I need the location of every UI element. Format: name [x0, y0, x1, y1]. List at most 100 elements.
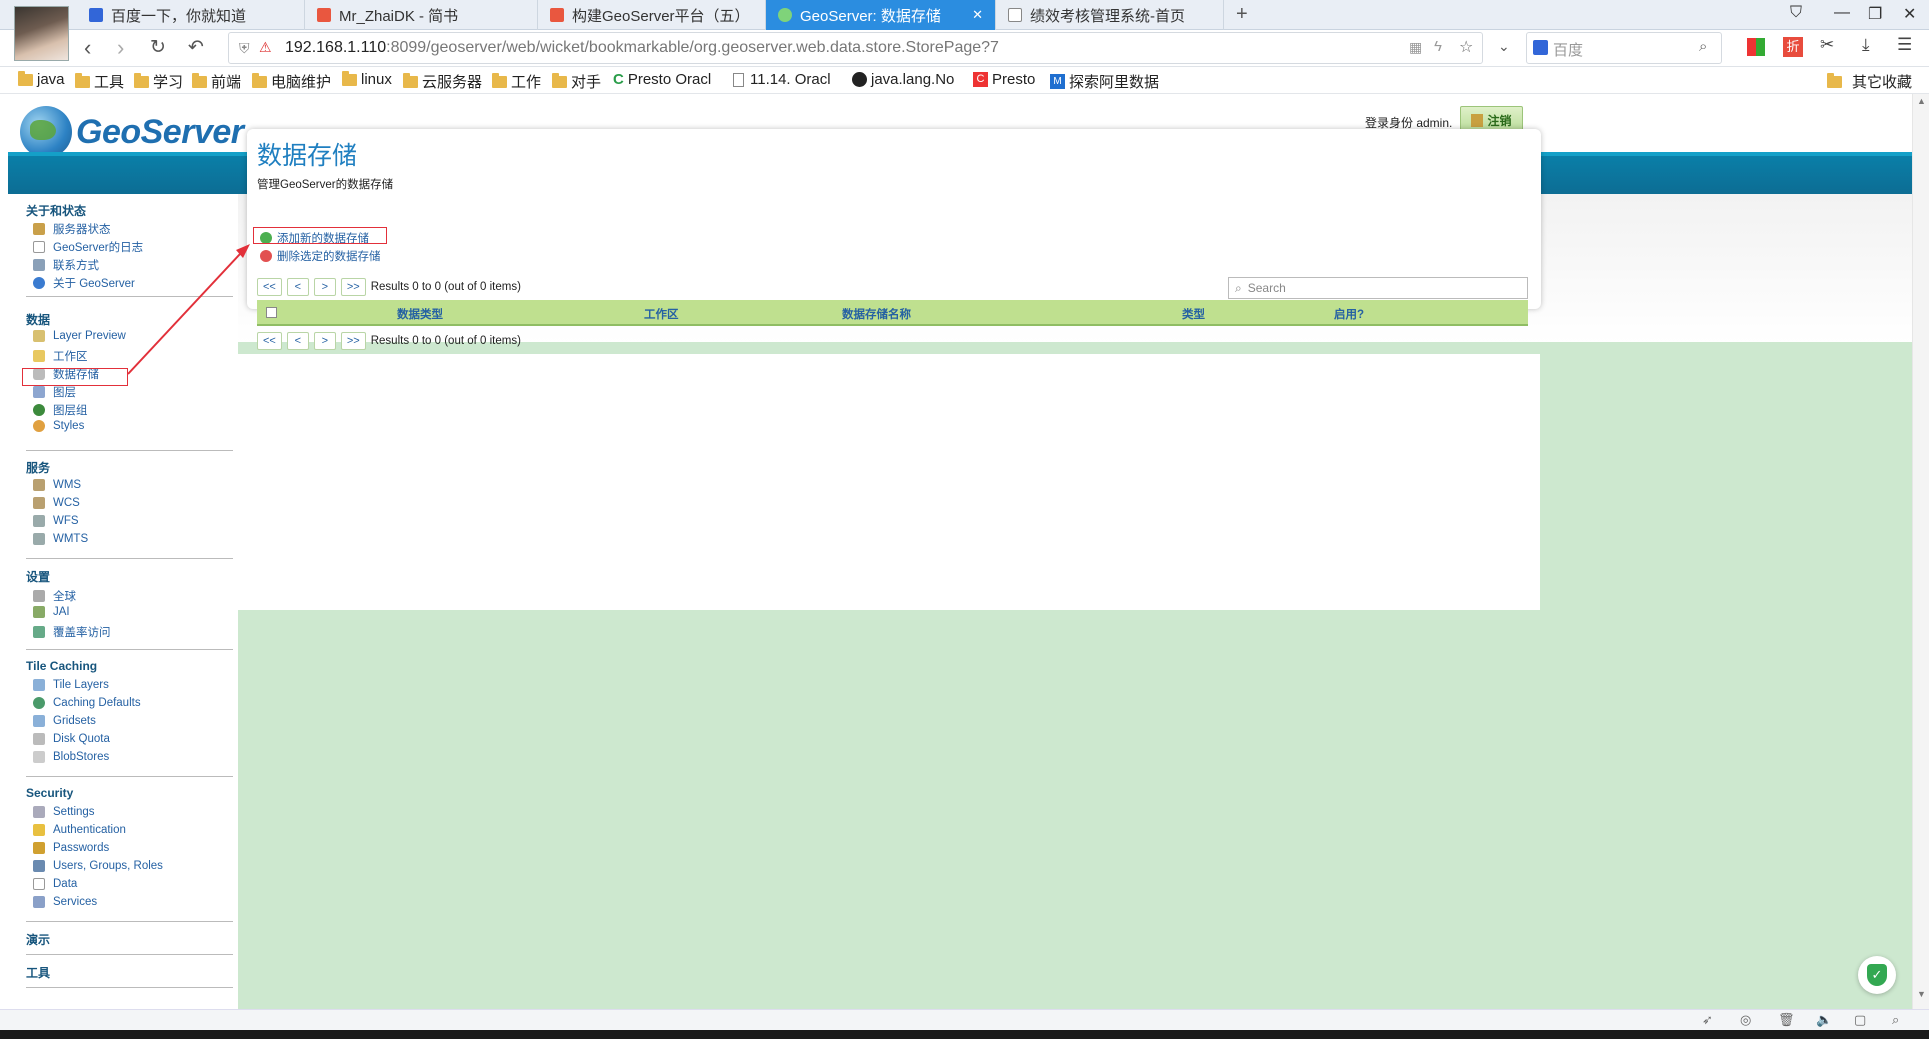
bookmark-folder[interactable]: 工作: [492, 71, 541, 92]
tab-geoserver-article[interactable]: 构建GeoServer平台（五）: [538, 0, 766, 30]
sidebar-item-caching-defaults[interactable]: Caching Defaults: [33, 697, 141, 709]
last-page-button[interactable]: >>: [340, 332, 366, 350]
tab-performance[interactable]: 绩效考核管理系统-首页: [996, 0, 1224, 30]
tab-geoserver-datastore[interactable]: GeoServer: 数据存储 ✕: [766, 0, 996, 30]
scrollbar[interactable]: ▲ ▼: [1912, 94, 1929, 1009]
download-icon[interactable]: ⤓: [1862, 35, 1870, 55]
sidebar-item-wmts[interactable]: WMTS: [33, 533, 88, 545]
window-icon[interactable]: ▢: [1854, 1012, 1866, 1028]
forward-icon[interactable]: ›: [117, 34, 124, 62]
minimize-icon[interactable]: —: [1834, 4, 1850, 22]
scissors-icon[interactable]: ✂: [1820, 35, 1834, 55]
sidebar-item-workspaces[interactable]: 工作区: [33, 348, 88, 364]
first-page-button[interactable]: <<: [257, 278, 282, 296]
geoserver-logo[interactable]: GeoServer: [20, 106, 244, 158]
bookmark-folder[interactable]: 学习: [134, 71, 183, 92]
sidebar-item-about[interactable]: 关于 GeoServer: [33, 275, 135, 291]
sidebar-item-coverage-access[interactable]: 覆盖率访问: [33, 624, 111, 640]
next-page-button[interactable]: >: [313, 332, 336, 350]
next-page-button[interactable]: >: [313, 278, 336, 296]
apps-icon[interactable]: [1747, 38, 1765, 56]
sidebar-item-wms[interactable]: WMS: [33, 479, 81, 491]
bookmark-folder[interactable]: 对手: [552, 71, 601, 92]
prev-page-button[interactable]: <: [286, 278, 309, 296]
sidebar-item-authentication[interactable]: Authentication: [33, 824, 126, 836]
other-bookmarks[interactable]: 其它收藏: [1827, 71, 1912, 92]
security-shield-icon[interactable]: ✓: [1858, 956, 1896, 994]
sidebar-item-wfs[interactable]: WFS: [33, 515, 79, 527]
sidebar-item-security-settings[interactable]: Settings: [33, 806, 95, 818]
sidebar-item-users-groups-roles[interactable]: Users, Groups, Roles: [33, 860, 163, 872]
discount-icon[interactable]: 折: [1783, 37, 1803, 57]
rocket-icon[interactable]: ➶: [1702, 1012, 1713, 1028]
nav-group-demos[interactable]: 演示: [26, 931, 50, 948]
close-window-icon[interactable]: ✕: [1903, 4, 1916, 24]
bookmark-folder[interactable]: 前端: [192, 71, 241, 92]
refresh-icon[interactable]: ↻: [150, 34, 166, 62]
bookmark-link[interactable]: java.lang.No: [852, 71, 954, 88]
column-type[interactable]: 类型: [1182, 306, 1205, 322]
tab-jianshu[interactable]: Mr_ZhaiDK - 简书: [305, 0, 538, 30]
column-workspace[interactable]: 工作区: [644, 306, 679, 322]
sidebar-item-wcs[interactable]: WCS: [33, 497, 80, 509]
bookmark-link[interactable]: C Presto Oracl: [613, 71, 711, 88]
bookmark-folder[interactable]: 电脑维护: [252, 71, 331, 92]
chevron-down-icon[interactable]: ⌄: [1498, 38, 1510, 55]
remove-store-link[interactable]: 删除选定的数据存储: [260, 248, 381, 264]
back-icon[interactable]: ‹: [84, 34, 91, 62]
nav-group-tools[interactable]: 工具: [26, 964, 50, 981]
column-store-name[interactable]: 数据存储名称: [842, 306, 911, 322]
sidebar-item-server-status[interactable]: 服务器状态: [33, 221, 111, 237]
sidebar-item-global[interactable]: 全球: [33, 588, 76, 604]
sidebar-item-logs[interactable]: GeoServer的日志: [33, 239, 143, 255]
sidebar-item-service-security[interactable]: Services: [33, 896, 97, 908]
bookmark-folder[interactable]: 工具: [75, 71, 124, 92]
bookmark-link[interactable]: C Presto: [973, 71, 1035, 88]
shirt-icon[interactable]: ⛉: [1790, 4, 1802, 22]
lightning-icon[interactable]: ϟ: [1434, 38, 1442, 55]
search-input[interactable]: ⌕ Search: [1228, 277, 1528, 299]
sidebar-item-contact[interactable]: 联系方式: [33, 257, 99, 273]
column-enabled[interactable]: 启用?: [1334, 306, 1364, 322]
bookmark-link[interactable]: 11.14. Oracl: [733, 71, 831, 88]
sidebar-item-jai[interactable]: JAI: [33, 606, 70, 618]
divider: [26, 450, 233, 451]
search-engine-box[interactable]: 百度 ⌕: [1526, 32, 1722, 64]
sidebar-item-blobstores[interactable]: BlobStores: [33, 751, 109, 763]
select-all-checkbox[interactable]: [266, 307, 277, 318]
menu-icon[interactable]: ☰: [1897, 35, 1912, 55]
last-page-button[interactable]: >>: [340, 278, 366, 296]
qr-icon[interactable]: ▦: [1409, 39, 1422, 56]
sidebar-item-gridsets[interactable]: Gridsets: [33, 715, 96, 727]
user-avatar[interactable]: [14, 6, 69, 61]
sidebar-item-passwords[interactable]: Passwords: [33, 842, 109, 854]
tab-baidu[interactable]: 百度一下，你就知道: [77, 0, 305, 30]
sidebar-item-disk-quota[interactable]: Disk Quota: [33, 733, 110, 745]
zoom-icon[interactable]: ⌕: [1892, 1012, 1899, 1028]
new-tab-icon[interactable]: +: [1236, 3, 1248, 26]
bookmark-folder[interactable]: 云服务器: [403, 71, 482, 92]
scroll-up-icon[interactable]: ▲: [1917, 96, 1926, 106]
sidebar-item-layers[interactable]: 图层: [33, 384, 76, 400]
bookmark-folder[interactable]: java: [18, 70, 65, 88]
volume-icon[interactable]: 🔈: [1816, 1012, 1832, 1028]
scroll-down-icon[interactable]: ▼: [1917, 989, 1926, 999]
star-icon[interactable]: ☆: [1459, 37, 1473, 57]
sidebar-item-tile-layers[interactable]: Tile Layers: [33, 679, 109, 691]
sidebar-item-layer-preview[interactable]: Layer Preview: [33, 330, 126, 342]
speed-icon[interactable]: ◎: [1740, 1012, 1751, 1028]
bookmark-folder[interactable]: linux: [342, 70, 392, 88]
address-bar[interactable]: ⛨ ⚠ 192.168.1.110:8099/geoserver/web/wic…: [228, 32, 1483, 64]
sidebar-item-data-security[interactable]: Data: [33, 878, 77, 890]
bookmark-link[interactable]: M 探索阿里数据: [1050, 71, 1159, 92]
prev-page-button[interactable]: <: [286, 332, 309, 350]
restore-icon[interactable]: ❐: [1868, 4, 1882, 24]
first-page-button[interactable]: <<: [257, 332, 282, 350]
search-icon[interactable]: ⌕: [1699, 38, 1707, 55]
column-data-type[interactable]: 数据类型: [397, 306, 443, 322]
sidebar-item-styles[interactable]: Styles: [33, 420, 84, 432]
trash-icon[interactable]: 🗑: [1778, 1012, 1795, 1028]
close-tab-icon[interactable]: ✕: [972, 7, 983, 23]
undo-icon[interactable]: ↶: [188, 34, 204, 62]
sidebar-item-layer-groups[interactable]: 图层组: [33, 402, 88, 418]
